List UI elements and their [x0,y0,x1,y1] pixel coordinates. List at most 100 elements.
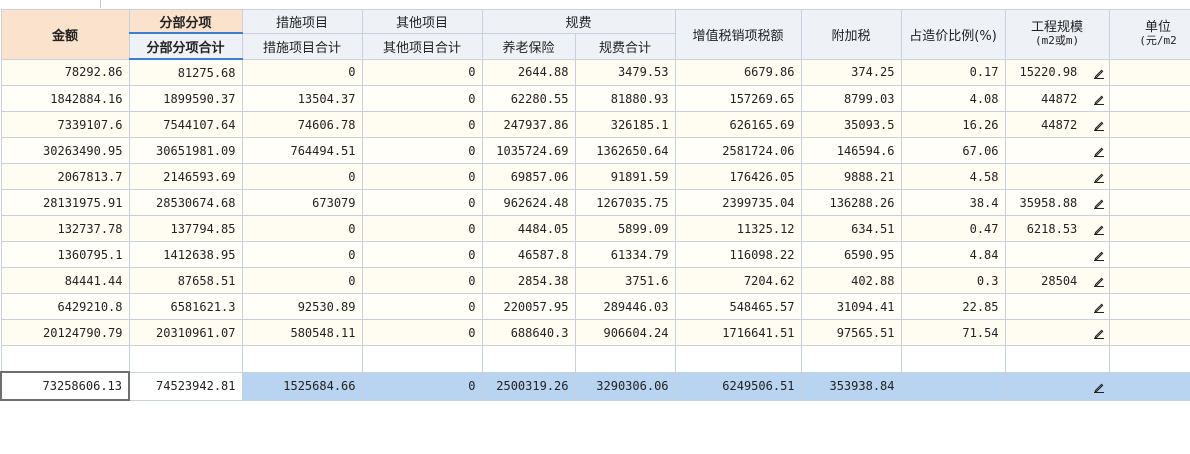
table-row[interactable]: 20124790.79 20310961.07 580548.11 0 688640.3… [0,319,1190,346]
cell-unit[interactable] [1108,58,1190,86]
cell-other-total[interactable]: 0 [361,215,483,242]
cell-ratio[interactable] [900,371,1006,401]
empty-cell[interactable] [0,345,130,373]
cell-fees-total[interactable]: 81880.93 [574,85,676,112]
cell-surtax[interactable]: 634.51 [800,215,902,242]
cell-amount[interactable]: 30263490.95 [0,137,130,164]
cell-pension[interactable]: 4484.05 [481,215,576,242]
cell-fbfx-total[interactable]: 1899590.37 [128,85,243,112]
cell-measures-total[interactable]: 1525684.66 [241,371,363,401]
header-unit[interactable]: 单位 (元/m2 [1108,9,1190,60]
cell-measures-total[interactable]: 0 [241,215,363,242]
cell-measures-total[interactable]: 92530.89 [241,293,363,320]
cell-project-scale[interactable]: 6218.53 [1004,215,1110,242]
cell-pension[interactable]: 1035724.69 [481,137,576,164]
cell-other-total[interactable]: 0 [361,163,483,190]
table-row[interactable]: 132737.78 137794.85 0 0 4484.05 5899.09 11325.… [0,215,1190,242]
cell-fees-total[interactable]: 61334.79 [574,241,676,268]
cell-project-scale[interactable] [1004,319,1110,346]
cell-measures-total[interactable]: 673079 [241,189,363,216]
empty-cell[interactable] [1004,345,1110,373]
cell-fbfx-total[interactable]: 74523942.81 [128,371,243,401]
header-surtax[interactable]: 附加税 [800,9,902,60]
cell-surtax[interactable]: 35093.5 [800,111,902,138]
cell-ratio[interactable]: 4.08 [900,85,1006,112]
cell-other-total[interactable]: 0 [361,189,483,216]
cell-project-scale[interactable]: 15220.98 [1004,58,1110,86]
cell-amount[interactable]: 73258606.13 [0,371,130,401]
cell-other-total[interactable]: 0 [361,137,483,164]
cell-measures-total[interactable]: 764494.51 [241,137,363,164]
empty-cell[interactable] [800,345,902,373]
cell-vat[interactable]: 176426.05 [674,163,802,190]
cell-surtax[interactable]: 353938.84 [800,371,902,401]
cell-pension[interactable]: 220057.95 [481,293,576,320]
cell-unit[interactable] [1108,137,1190,164]
cell-measures-total[interactable]: 0 [241,163,363,190]
table-row[interactable]: 1842884.16 1899590.37 13504.37 0 62280.55 818… [0,85,1190,112]
cell-pension[interactable]: 247937.86 [481,111,576,138]
pencil-icon[interactable] [1093,119,1105,131]
cell-vat[interactable]: 2399735.04 [674,189,802,216]
header-fbfx-group[interactable]: 分部分项 [128,9,243,34]
cell-amount[interactable]: 20124790.79 [0,319,130,346]
header-fees-group[interactable]: 规费 [481,9,676,34]
table-row[interactable]: 2067813.7 2146593.69 0 0 69857.06 91891.59 176… [0,163,1190,190]
cell-project-scale[interactable] [1004,371,1110,401]
cell-fees-total[interactable]: 3479.53 [574,58,676,86]
cell-project-scale[interactable] [1004,137,1110,164]
empty-cell[interactable] [574,345,676,373]
cell-ratio[interactable]: 67.06 [900,137,1006,164]
cell-surtax[interactable]: 8799.03 [800,85,902,112]
pencil-icon[interactable] [1093,145,1105,157]
cell-fbfx-total[interactable]: 20310961.07 [128,319,243,346]
cell-ratio[interactable]: 0.47 [900,215,1006,242]
cell-ratio[interactable]: 16.26 [900,111,1006,138]
cell-other-total[interactable]: 0 [361,241,483,268]
cell-vat[interactable]: 548465.57 [674,293,802,320]
header-fees-total[interactable]: 规费合计 [574,32,676,60]
cell-fees-total[interactable]: 5899.09 [574,215,676,242]
cell-fbfx-total[interactable]: 81275.68 [128,58,243,86]
cell-fbfx-total[interactable]: 7544107.64 [128,111,243,138]
cell-fbfx-total[interactable]: 6581621.3 [128,293,243,320]
cell-fees-total[interactable]: 326185.1 [574,111,676,138]
header-other-group[interactable]: 其他项目 [361,9,483,34]
cell-ratio[interactable]: 0.17 [900,58,1006,86]
cell-other-total[interactable]: 0 [361,58,483,86]
cell-other-total[interactable]: 0 [361,293,483,320]
cell-vat[interactable]: 1716641.51 [674,319,802,346]
cell-surtax[interactable]: 402.88 [800,267,902,294]
cell-measures-total[interactable]: 0 [241,241,363,268]
cell-project-scale[interactable] [1004,163,1110,190]
cell-amount[interactable]: 84441.44 [0,267,130,294]
cell-ratio[interactable]: 4.84 [900,241,1006,268]
empty-cell[interactable] [361,345,483,373]
header-other-total[interactable]: 其他项目合计 [361,32,483,60]
cell-ratio[interactable]: 71.54 [900,319,1006,346]
cell-unit[interactable] [1108,189,1190,216]
cell-measures-total[interactable]: 0 [241,267,363,294]
cell-amount[interactable]: 132737.78 [0,215,130,242]
empty-cell[interactable] [900,345,1006,373]
cell-pension[interactable]: 62280.55 [481,85,576,112]
cell-other-total[interactable]: 0 [361,85,483,112]
cell-vat[interactable]: 2581724.06 [674,137,802,164]
cell-surtax[interactable]: 9888.21 [800,163,902,190]
cell-measures-total[interactable]: 580548.11 [241,319,363,346]
cell-pension[interactable]: 962624.48 [481,189,576,216]
cell-fees-total[interactable]: 3290306.06 [574,371,676,401]
cell-ratio[interactable]: 38.4 [900,189,1006,216]
cell-fees-total[interactable]: 1362650.64 [574,137,676,164]
empty-cell[interactable] [481,345,576,373]
cell-ratio[interactable]: 4.58 [900,163,1006,190]
pencil-icon[interactable] [1093,327,1105,339]
cell-unit[interactable] [1108,293,1190,320]
cell-fbfx-total[interactable]: 28530674.68 [128,189,243,216]
cell-fbfx-total[interactable]: 1412638.95 [128,241,243,268]
cell-unit[interactable] [1108,215,1190,242]
pencil-icon[interactable] [1093,93,1105,105]
cell-ratio[interactable]: 0.3 [900,267,1006,294]
cell-project-scale[interactable] [1004,241,1110,268]
header-ratio[interactable]: 占造价比例(%) [900,9,1006,60]
